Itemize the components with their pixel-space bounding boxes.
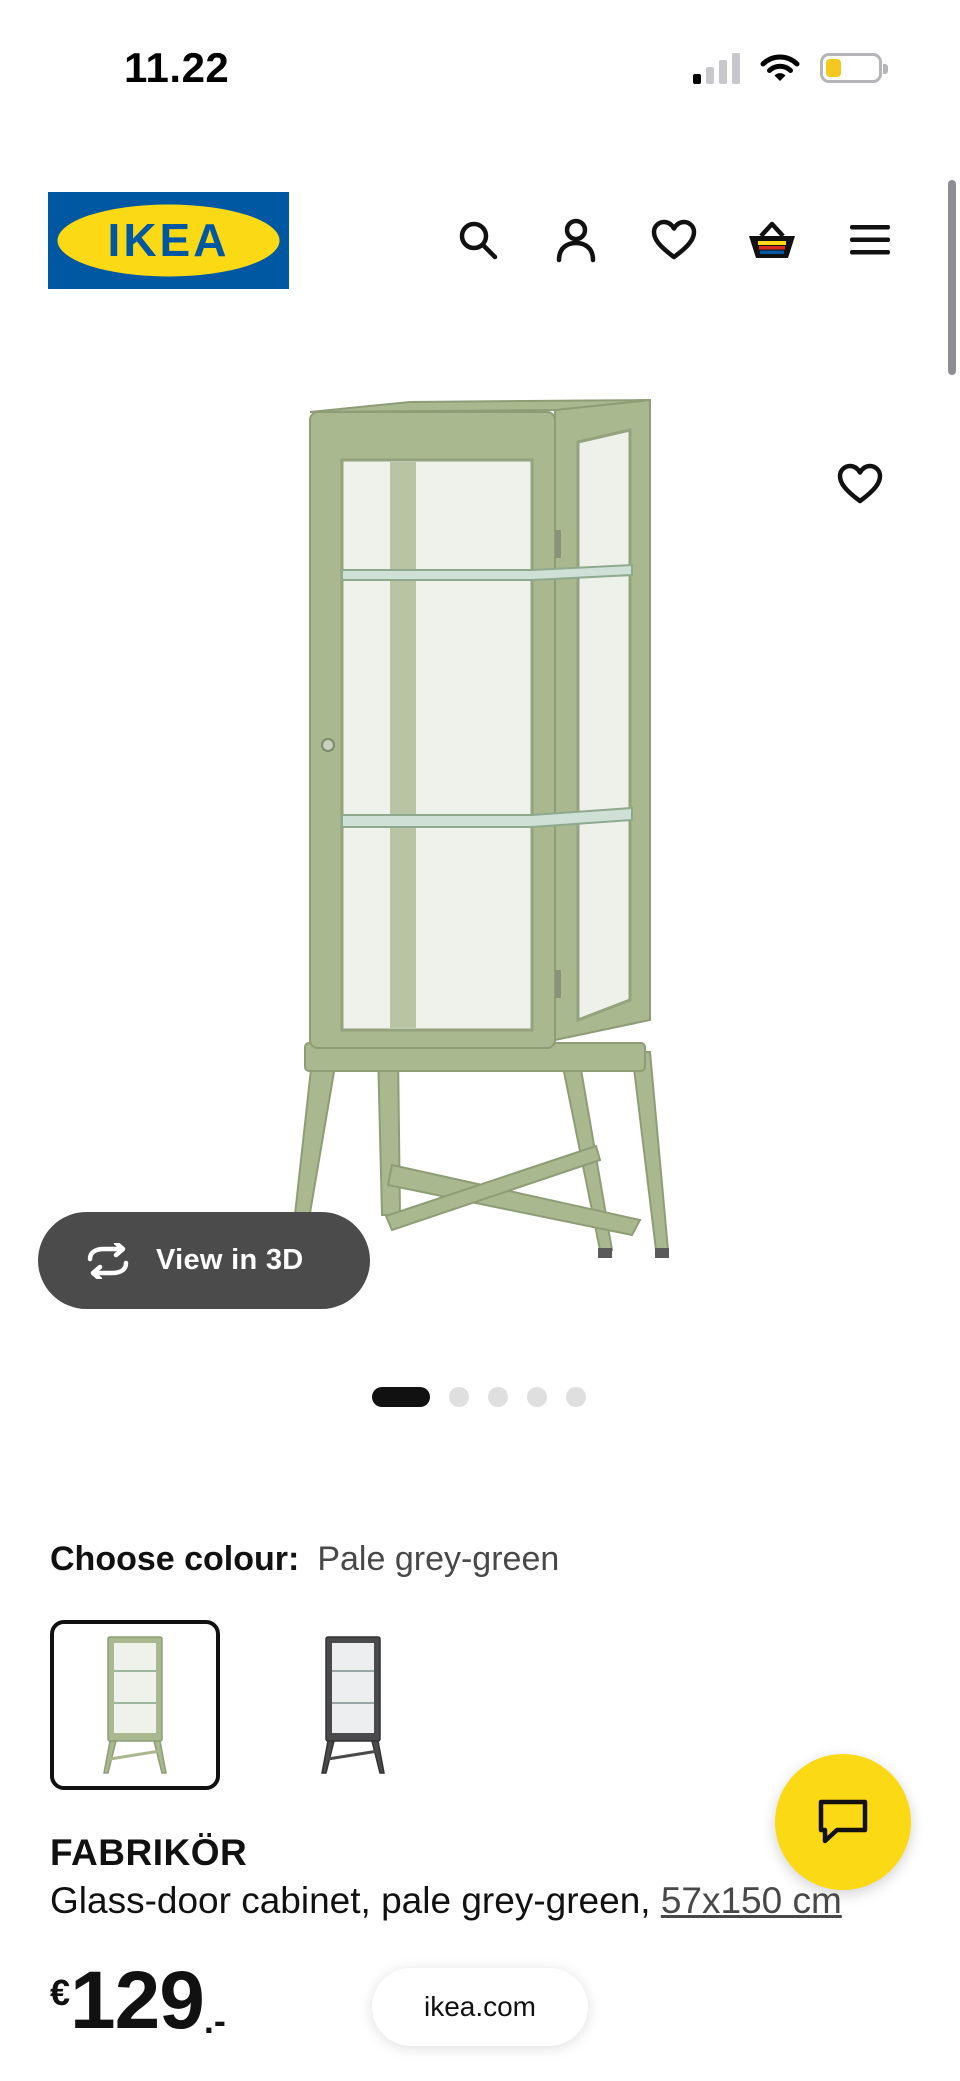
- battery-icon: [820, 53, 888, 83]
- product-name: FABRIKÖR: [50, 1832, 248, 1873]
- price-currency: €: [50, 1972, 71, 2013]
- image-carousel-indicator: [372, 1387, 586, 1407]
- save-to-favourites-heart-icon[interactable]: [830, 454, 890, 514]
- cellular-signal-icon: [693, 52, 740, 84]
- site-header: IKEA: [0, 190, 960, 290]
- view-in-3d-label: View in 3D: [156, 1244, 304, 1276]
- wifi-icon: [760, 54, 800, 81]
- product-size-link[interactable]: 57x150 cm: [661, 1880, 842, 1921]
- browser-url: ikea.com: [423, 1991, 537, 2022]
- carousel-dot[interactable]: [566, 1387, 586, 1407]
- page-scrollbar[interactable]: [948, 180, 956, 375]
- menu-icon[interactable]: [840, 210, 900, 270]
- carousel-dot[interactable]: [449, 1387, 469, 1407]
- header-actions: [448, 210, 900, 270]
- price-suffix: .-: [203, 2000, 226, 2041]
- search-icon[interactable]: [448, 210, 508, 270]
- carousel-dot[interactable]: [488, 1387, 508, 1407]
- chat-bubble-icon: [818, 1799, 868, 1844]
- ikea-logo[interactable]: IKEA: [48, 192, 289, 289]
- selected-colour-value: Pale grey-green: [317, 1540, 560, 1578]
- colour-label: Choose colour:: [50, 1540, 300, 1578]
- user-icon[interactable]: [546, 210, 606, 270]
- colour-swatch-pale-grey-green[interactable]: [50, 1620, 220, 1790]
- product-price: € 129 .-: [50, 1960, 226, 2042]
- product-description: Glass-door cabinet, pale grey-green, 57x…: [50, 1880, 842, 1922]
- colour-chooser-heading: Choose colour: Pale grey-green: [50, 1540, 559, 1579]
- status-bar: 11.22: [0, 0, 960, 140]
- carousel-dot[interactable]: [527, 1387, 547, 1407]
- basket-icon[interactable]: [742, 210, 802, 270]
- colour-swatches: [50, 1620, 438, 1790]
- colour-swatch-dark-grey[interactable]: [268, 1620, 438, 1790]
- status-time: 11.22: [124, 44, 230, 91]
- product-description-text: Glass-door cabinet, pale grey-green,: [50, 1880, 661, 1921]
- chat-button[interactable]: [775, 1754, 911, 1890]
- view-in-3d-button[interactable]: View in 3D: [38, 1212, 370, 1309]
- heart-icon[interactable]: [644, 210, 704, 270]
- rotate-3d-icon: [87, 1242, 129, 1279]
- browser-url-pill[interactable]: ikea.com: [372, 1968, 588, 2046]
- price-amount: 129: [70, 1955, 205, 2046]
- logo-text: IKEA: [108, 214, 230, 266]
- carousel-dot-active[interactable]: [372, 1387, 430, 1407]
- status-icons: [693, 52, 888, 84]
